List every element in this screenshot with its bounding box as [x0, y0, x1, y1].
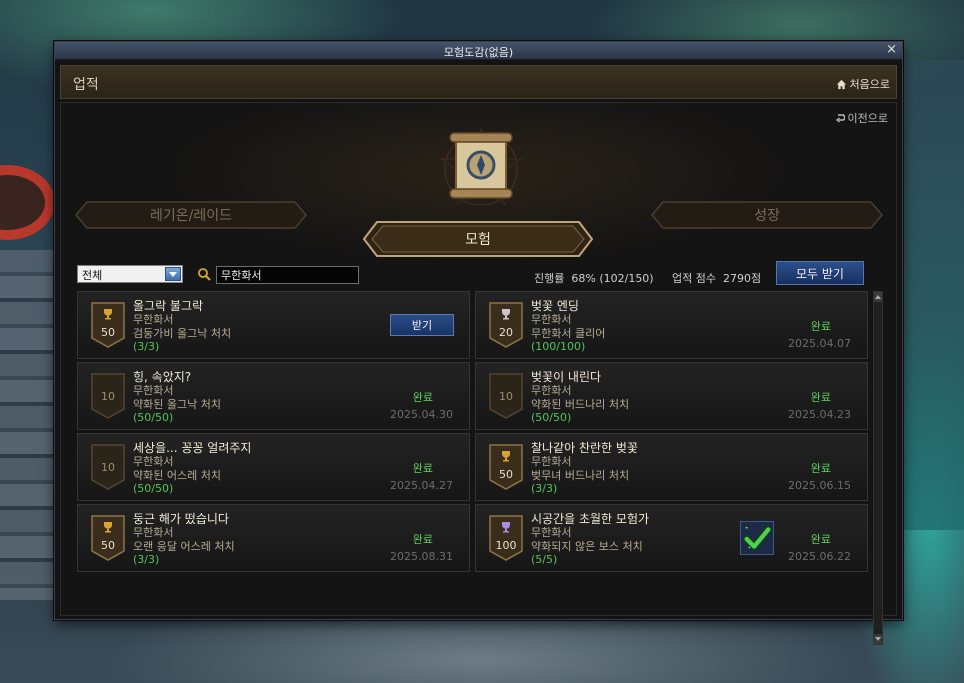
achievement-count: (100/100)	[531, 340, 586, 353]
background-ring	[0, 165, 55, 240]
complete-date: 2025.04.23	[788, 408, 851, 421]
complete-label: 완료	[412, 533, 433, 546]
chevron-down-icon[interactable]	[165, 267, 181, 281]
points-badge: 100	[489, 515, 523, 561]
tab-legion-raid[interactable]: 레기온/레이드	[75, 201, 307, 229]
checkmark-reward-icon[interactable]	[740, 521, 774, 555]
achievement-card[interactable]: 50 올그락 불그락 무한화서 검둥가비 올그낙 처치 (3/3) 받기	[77, 291, 470, 359]
complete-label: 완료	[810, 391, 831, 404]
tab-legion-raid-label: 레기온/레이드	[150, 208, 232, 224]
trophy-icon	[502, 451, 510, 462]
background-structure-left	[0, 250, 60, 600]
achievement-card[interactable]: 20 벚꽃 엔딩 무한화서 무한화서 클리어 (100/100) 완료 2025.04.07	[475, 291, 868, 359]
achievement-card[interactable]: 50 찰나같아 찬란한 벚꽃 무한화서 벚무녀 버드나리 처치 (3/3) 완료 2025.…	[475, 433, 868, 501]
achievement-description: 검둥가비 올그낙 처치	[133, 327, 232, 340]
achievement-card[interactable]: 50 둥근 해가 떴습니다 무한화서 오랜 응달 어스레 처치 (3/3) 완료 2025.…	[77, 504, 470, 572]
trophy-icon	[502, 309, 510, 320]
scroll-compass-emblem	[439, 127, 523, 205]
achievement-card[interactable]: 100 시공간을 초월한 모험가 무한화서 약화되지 않은 보스 처치 (5/5) 완료 2…	[475, 504, 868, 572]
search-input[interactable]	[216, 266, 359, 284]
complete-date: 2025.04.30	[390, 408, 453, 421]
points-badge: 50	[489, 444, 523, 490]
points-value: 10	[499, 390, 513, 403]
back-button[interactable]: 이전으로	[835, 110, 888, 126]
trophy-icon	[502, 522, 510, 533]
tab-growth-label: 성장	[754, 208, 780, 224]
achievement-count: (50/50)	[133, 482, 174, 495]
achievement-count: (3/3)	[133, 553, 160, 566]
close-icon[interactable]: ×	[886, 42, 897, 57]
complete-date: 2025.04.07	[788, 337, 851, 350]
points-value: 100	[495, 539, 517, 552]
scroll-up-icon[interactable]	[874, 292, 882, 302]
tab-adventure[interactable]: 모험	[363, 221, 593, 257]
tab-growth[interactable]: 성장	[651, 201, 883, 229]
claim-all-button[interactable]: 모두 받기	[776, 261, 864, 285]
home-label: 처음으로	[849, 78, 890, 91]
progress-summary: 진행률 68% (102/150)	[534, 270, 654, 286]
points-badge: 10	[489, 373, 523, 419]
complete-label: 완료	[412, 462, 433, 475]
score-label: 업적 점수	[672, 272, 716, 285]
home-icon	[836, 79, 846, 89]
points-value: 10	[101, 461, 115, 474]
points-badge: 10	[91, 373, 125, 419]
trophy-icon	[104, 309, 112, 320]
achievement-description: 오랜 응달 어스레 처치	[133, 540, 235, 553]
points-badge: 10	[91, 444, 125, 490]
points-badge: 50	[91, 515, 125, 561]
background-structure-right	[902, 60, 964, 530]
achievement-card[interactable]: 10 세상을... 꽁꽁 얼려주지 무한화서 약화된 어스레 처치 (50/50) 완료 2…	[77, 433, 470, 501]
points-value: 10	[101, 390, 115, 403]
progress-value: 68% (102/150)	[571, 272, 654, 285]
filter-dropdown-value: 전체	[82, 269, 103, 282]
section-header: 업적 처음으로	[60, 65, 897, 99]
achievement-card[interactable]: 10 힝, 속았지? 무한화서 약화된 올그낙 처치 (50/50) 완료 2025.04.…	[77, 362, 470, 430]
complete-label: 완료	[810, 533, 831, 546]
achievement-description: 약화된 버드나리 처치	[531, 398, 630, 411]
points-value: 50	[499, 468, 513, 481]
complete-date: 2025.06.15	[788, 479, 851, 492]
score-value: 2790점	[722, 272, 762, 285]
complete-label: 완료	[412, 391, 433, 404]
achievement-count: (3/3)	[133, 340, 160, 353]
points-badge: 50	[91, 302, 125, 348]
complete-date: 2025.08.31	[390, 550, 453, 563]
tab-adventure-label: 모험	[465, 232, 491, 248]
complete-date: 2025.06.22	[788, 550, 851, 563]
points-value: 20	[499, 326, 513, 339]
claim-button[interactable]: 받기	[390, 314, 454, 336]
content-panel: 이전으로 레기온/레이드 모험 성장 전체 무한화서 진행률 68% (102/…	[60, 102, 897, 645]
scroll-down-icon[interactable]	[874, 634, 882, 644]
window-title: 모험도감(없음)	[443, 46, 514, 59]
back-label: 이전으로	[847, 112, 888, 125]
achievement-description: 약화된 올그낙 처치	[133, 398, 221, 411]
adventure-codex-window: 모험도감(없음) × 업적 처음으로 이전으로 레기온/레이드 모험 성장 전체…	[54, 41, 903, 645]
window-titlebar[interactable]: 모험도감(없음) ×	[55, 42, 902, 60]
section-title: 업적	[73, 77, 99, 93]
search-icon	[198, 268, 211, 281]
score-summary: 업적 점수 2790점	[672, 270, 761, 286]
achievement-count: (5/5)	[531, 553, 558, 566]
complete-label: 완료	[810, 320, 831, 333]
achievement-description: 약화되지 않은 보스 처치	[531, 540, 643, 553]
points-badge: 20	[489, 302, 523, 348]
trophy-icon	[104, 522, 112, 533]
complete-label: 완료	[810, 462, 831, 475]
complete-date: 2025.04.27	[390, 479, 453, 492]
scrollbar[interactable]	[873, 291, 883, 645]
home-button[interactable]: 처음으로	[836, 76, 890, 92]
achievement-count: (3/3)	[531, 482, 558, 495]
progress-label: 진행률	[534, 272, 565, 285]
points-value: 50	[101, 326, 115, 339]
achievement-count: (50/50)	[531, 411, 572, 424]
achievement-card[interactable]: 10 벚꽃이 내린다 무한화서 약화된 버드나리 처치 (50/50) 완료 2025.04…	[475, 362, 868, 430]
back-arrow-icon	[835, 114, 845, 123]
achievement-description: 벚무녀 버드나리 처치	[531, 469, 630, 482]
achievement-count: (50/50)	[133, 411, 174, 424]
achievement-description: 무한화서 클리어	[531, 327, 606, 340]
filter-dropdown[interactable]: 전체	[77, 265, 183, 283]
points-value: 50	[101, 539, 115, 552]
achievement-description: 약화된 어스레 처치	[133, 469, 221, 482]
